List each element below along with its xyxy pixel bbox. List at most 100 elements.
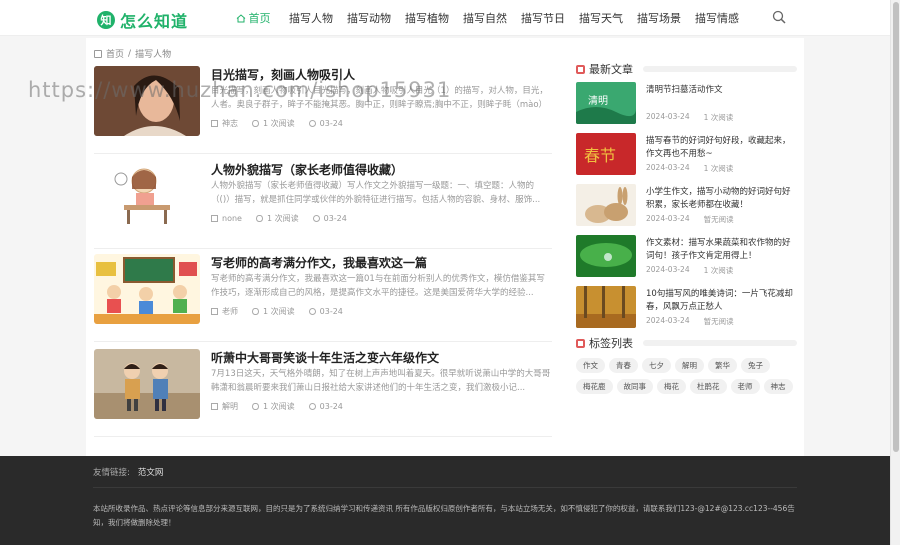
recent-article-views: 暂无阅读 — [703, 317, 734, 326]
recent-article-views: 1 次阅读 — [703, 113, 734, 122]
article-views: 1 次阅读 — [263, 307, 295, 316]
recent-article-title[interactable]: 清明节扫墓活动作文 — [646, 84, 798, 110]
recent-article-title[interactable]: 小学生作文，描写小动物的好词好句好积累，家长老师都在收藏！ — [646, 186, 798, 212]
article-excerpt: 目光描写，刻画人物吸引人目光描写，刻画人物吸引人目光（1）的描写，对人物，目光，… — [211, 86, 548, 110]
recent-article-meta: 2024-03-24 暂无阅读 — [646, 316, 734, 327]
author-icon — [211, 403, 218, 410]
recent-article-title[interactable]: 描写春节的好词好句好段，收藏起来，作文再也不用愁~ — [646, 135, 798, 161]
recent-article-item[interactable]: 10句描写风的唯美诗词：一片飞花减却春，风飘万点正愁人 2024-03-24 暂无… — [576, 286, 798, 330]
recent-article-thumbnail[interactable] — [576, 184, 636, 226]
nav-item-festivals[interactable]: 描写节日 — [514, 0, 572, 36]
tag[interactable]: 神志 — [763, 379, 793, 394]
article-title[interactable]: 目光描写，刻画人物吸引人 — [211, 66, 355, 83]
scrollbar-thumb[interactable] — [893, 2, 899, 452]
tag[interactable]: 繁华 — [708, 358, 737, 373]
recent-article-thumbnail[interactable] — [576, 235, 636, 277]
logo-mark-icon: 知 — [97, 11, 115, 29]
nav-item-scenes[interactable]: 描写场景 — [630, 0, 688, 36]
tags-heading: 标签列表 — [576, 336, 797, 350]
recent-article-meta: 2024-03-24 1 次阅读 — [646, 112, 733, 123]
tag[interactable]: 故同事 — [616, 379, 653, 394]
list-icon — [576, 64, 585, 74]
main-nav: 首页 描写人物 描写动物 描写植物 描写自然 描写节日 描写天气 描写场景 描写… — [224, 0, 746, 36]
recent-article-item[interactable]: 作文素材：描写水果蔬菜和农作物的好词句！孩子作文肯定用得上！ 2024-03-2… — [576, 235, 798, 279]
views-icon — [252, 120, 259, 127]
article-author[interactable]: none — [222, 214, 242, 223]
svg-text:清明: 清明 — [588, 94, 608, 107]
tags-heading-text: 标签列表 — [589, 337, 633, 350]
author-icon — [211, 215, 218, 222]
article-meta: none 1 次阅读 03-24 — [211, 213, 347, 224]
date-icon — [308, 308, 316, 315]
date-icon — [308, 120, 316, 127]
footer-divider — [93, 487, 797, 488]
article-excerpt: 人物外貌描写（家长老师值得收藏）写人作文之外貌描写一级题：一、填空题：人物的（(… — [211, 181, 541, 205]
recent-article-meta: 2024-03-24 暂无阅读 — [646, 214, 734, 225]
article-thumbnail[interactable] — [94, 161, 200, 231]
article-title[interactable]: 写老师的高考满分作文，我最喜欢这一篇 — [211, 254, 427, 271]
article-excerpt: 7月13日这天，天气格外晴朗，知了在树上声声地叫着夏天。很早就听说萧山中学的大哥… — [211, 369, 551, 393]
recent-article-date: 2024-03-24 — [646, 214, 690, 223]
nav-item-weather[interactable]: 描写天气 — [572, 0, 630, 36]
recent-article-thumbnail[interactable]: 清明 — [576, 82, 636, 124]
nav-item-people[interactable]: 描写人物 — [282, 0, 340, 36]
views-icon — [255, 215, 263, 222]
article-views: 1 次阅读 — [266, 214, 299, 223]
article-author[interactable]: 神志 — [222, 118, 238, 129]
article-views: 1 次阅读 — [263, 402, 295, 411]
recent-article-date: 2024-03-24 — [646, 316, 690, 325]
article-author[interactable]: 老师 — [222, 306, 238, 317]
recent-article-date: 2024-03-24 — [646, 265, 690, 274]
recent-article-views: 1 次阅读 — [703, 164, 734, 173]
recent-article-views: 1 次阅读 — [703, 266, 734, 275]
article-card[interactable]: 写老师的高考满分作文，我最喜欢这一篇 写老师的高考满分作文，我最喜欢这一篇01与… — [94, 254, 552, 342]
article-card[interactable]: 目光描写，刻画人物吸引人 目光描写，刻画人物吸引人目光描写，刻画人物吸引人目光（… — [94, 66, 552, 154]
breadcrumb-home[interactable]: 首页 — [106, 47, 124, 60]
tag[interactable]: 青春 — [609, 358, 638, 373]
date-icon — [312, 215, 320, 222]
article-title[interactable]: 人物外貌描写（家长老师值得收藏） — [211, 161, 403, 178]
author-icon — [211, 120, 218, 127]
recent-article-item[interactable]: 春节 描写春节的好词好句好段，收藏起来，作文再也不用愁~ 2024-03-24 1… — [576, 133, 798, 177]
page-scrollbar[interactable] — [890, 0, 900, 545]
tag[interactable]: 兔子 — [741, 358, 770, 373]
recent-articles-heading: 最新文章 — [576, 62, 797, 76]
svg-text:春节: 春节 — [584, 146, 616, 165]
article-thumbnail[interactable] — [94, 349, 200, 419]
nav-item-plants[interactable]: 描写植物 — [398, 0, 456, 36]
recent-article-title[interactable]: 作文素材：描写水果蔬菜和农作物的好词句！孩子作文肯定用得上！ — [646, 237, 798, 263]
nav-item-home[interactable]: 首页 — [224, 0, 282, 36]
recent-article-item[interactable]: 小学生作文，描写小动物的好词好句好积累，家长老师都在收藏！ 2024-03-24… — [576, 184, 798, 228]
logo-text: 怎么知道 — [120, 12, 189, 31]
recent-article-meta: 2024-03-24 1 次阅读 — [646, 163, 733, 174]
friend-links: 友情链接: 范文网 — [93, 466, 163, 478]
tag[interactable]: 杜鹃花 — [690, 379, 727, 394]
tag[interactable]: 解明 — [675, 358, 704, 373]
site-logo[interactable]: 知 怎么知道 — [97, 8, 188, 32]
recent-article-title[interactable]: 10句描写风的唯美诗词：一片飞花减却春，风飘万点正愁人 — [646, 288, 798, 314]
article-card[interactable]: 听萧中大哥哥笑谈十年生活之变六年级作文 7月13日这天，天气格外晴朗，知了在树上… — [94, 349, 552, 437]
friend-link[interactable]: 范文网 — [138, 466, 164, 478]
recent-article-thumbnail[interactable]: 春节 — [576, 133, 636, 175]
recent-article-date: 2024-03-24 — [646, 163, 690, 172]
article-thumbnail[interactable] — [94, 254, 200, 324]
nav-item-emotions[interactable]: 描写情感 — [688, 0, 746, 36]
article-author[interactable]: 解明 — [222, 401, 238, 412]
article-date: 03-24 — [323, 214, 347, 223]
article-meta: 神志 1 次阅读 03-24 — [211, 118, 343, 129]
home-icon — [236, 13, 245, 22]
tag[interactable]: 老师 — [730, 379, 760, 394]
recent-article-date: 2024-03-24 — [646, 112, 690, 121]
article-thumbnail[interactable] — [94, 66, 200, 136]
article-title[interactable]: 听萧中大哥哥笑谈十年生活之变六年级作文 — [211, 349, 439, 366]
tag[interactable]: 梅花鹿 — [576, 379, 613, 394]
search-icon[interactable] — [772, 10, 786, 24]
tag[interactable]: 梅花 — [657, 379, 686, 394]
tag[interactable]: 作文 — [576, 358, 605, 373]
article-card[interactable]: 人物外貌描写（家长老师值得收藏） 人物外貌描写（家长老师值得收藏）写人作文之外貌… — [94, 161, 552, 249]
nav-item-nature[interactable]: 描写自然 — [456, 0, 514, 36]
tag[interactable]: 七夕 — [642, 358, 671, 373]
recent-article-item[interactable]: 清明 清明节扫墓活动作文 2024-03-24 1 次阅读 — [576, 82, 798, 126]
recent-article-thumbnail[interactable] — [576, 286, 636, 328]
nav-item-animals[interactable]: 描写动物 — [340, 0, 398, 36]
